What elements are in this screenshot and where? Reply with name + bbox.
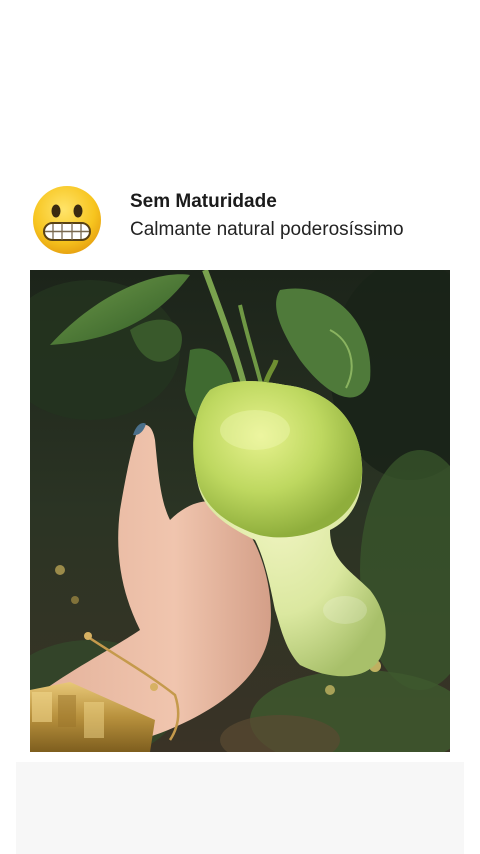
post-caption: Calmante natural poderosíssimo xyxy=(130,219,404,240)
post-photo[interactable] xyxy=(30,270,450,752)
author-name[interactable]: Sem Maturidade xyxy=(130,191,277,213)
grimacing-face-emoji-icon[interactable] xyxy=(31,184,103,256)
bottom-band xyxy=(16,762,464,854)
post-header: Sem Maturidade Calmante natural poderosí… xyxy=(0,180,480,260)
screen: Sem Maturidade Calmante natural poderosí… xyxy=(0,0,480,854)
